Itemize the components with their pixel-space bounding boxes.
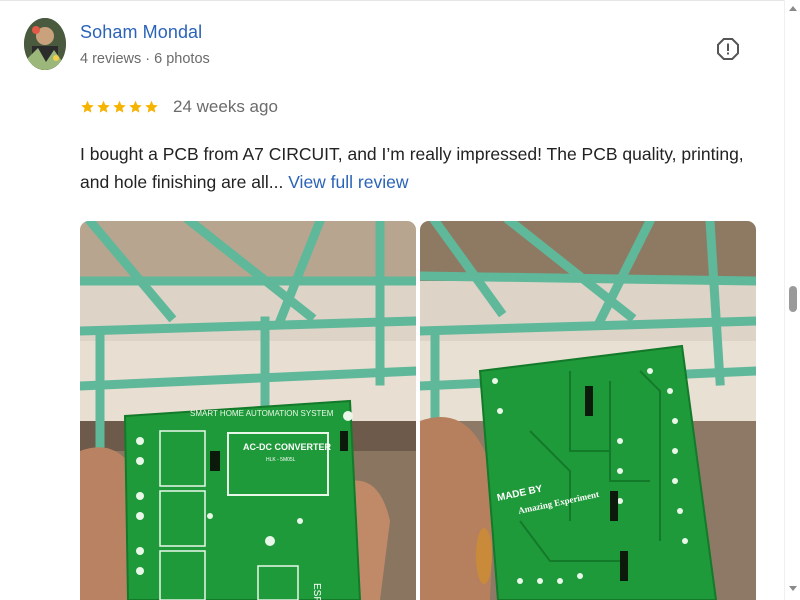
star-icon — [96, 97, 111, 117]
star-icon — [128, 97, 143, 117]
avatar[interactable] — [24, 18, 66, 70]
view-full-review-link[interactable]: View full review — [288, 172, 408, 192]
review-body: I bought a PCB from A7 CIRCUIT, and I’m … — [80, 144, 744, 192]
review-time: 24 weeks ago — [173, 97, 278, 116]
report-icon[interactable] — [716, 37, 740, 61]
reviewer-meta: 4 reviews · 6 photos — [80, 51, 210, 67]
pcb-module-label: AC-DC CONVERTER — [243, 442, 332, 452]
divider — [0, 0, 784, 1]
star-icon — [80, 97, 95, 117]
star-icon — [112, 97, 127, 117]
scroll-up-icon[interactable] — [789, 6, 797, 11]
scrollbar[interactable] — [784, 0, 800, 600]
review-photo-2[interactable]: MADE BY Amazing Experiment — [420, 221, 756, 600]
pcb-chip-label: ESP12F — [311, 583, 322, 600]
review-photo-1[interactable]: SMART HOME AUTOMATION SYSTEM AC-DC CONVE… — [80, 221, 416, 600]
star-icon — [144, 97, 159, 117]
review-text: I bought a PCB from A7 CIRCUIT, and I’m … — [80, 140, 770, 196]
pcb-module-sublabel: HLK - 5M05L — [266, 457, 296, 463]
reviewer-name[interactable]: Soham Mondal — [80, 22, 202, 43]
pcb-title-text: SMART HOME AUTOMATION SYSTEM — [190, 409, 334, 418]
star-rating — [80, 97, 159, 117]
review-card: Soham Mondal 4 reviews · 6 photos 24 wee… — [0, 0, 800, 600]
scroll-down-icon[interactable] — [789, 586, 797, 591]
scroll-thumb[interactable] — [789, 286, 797, 312]
